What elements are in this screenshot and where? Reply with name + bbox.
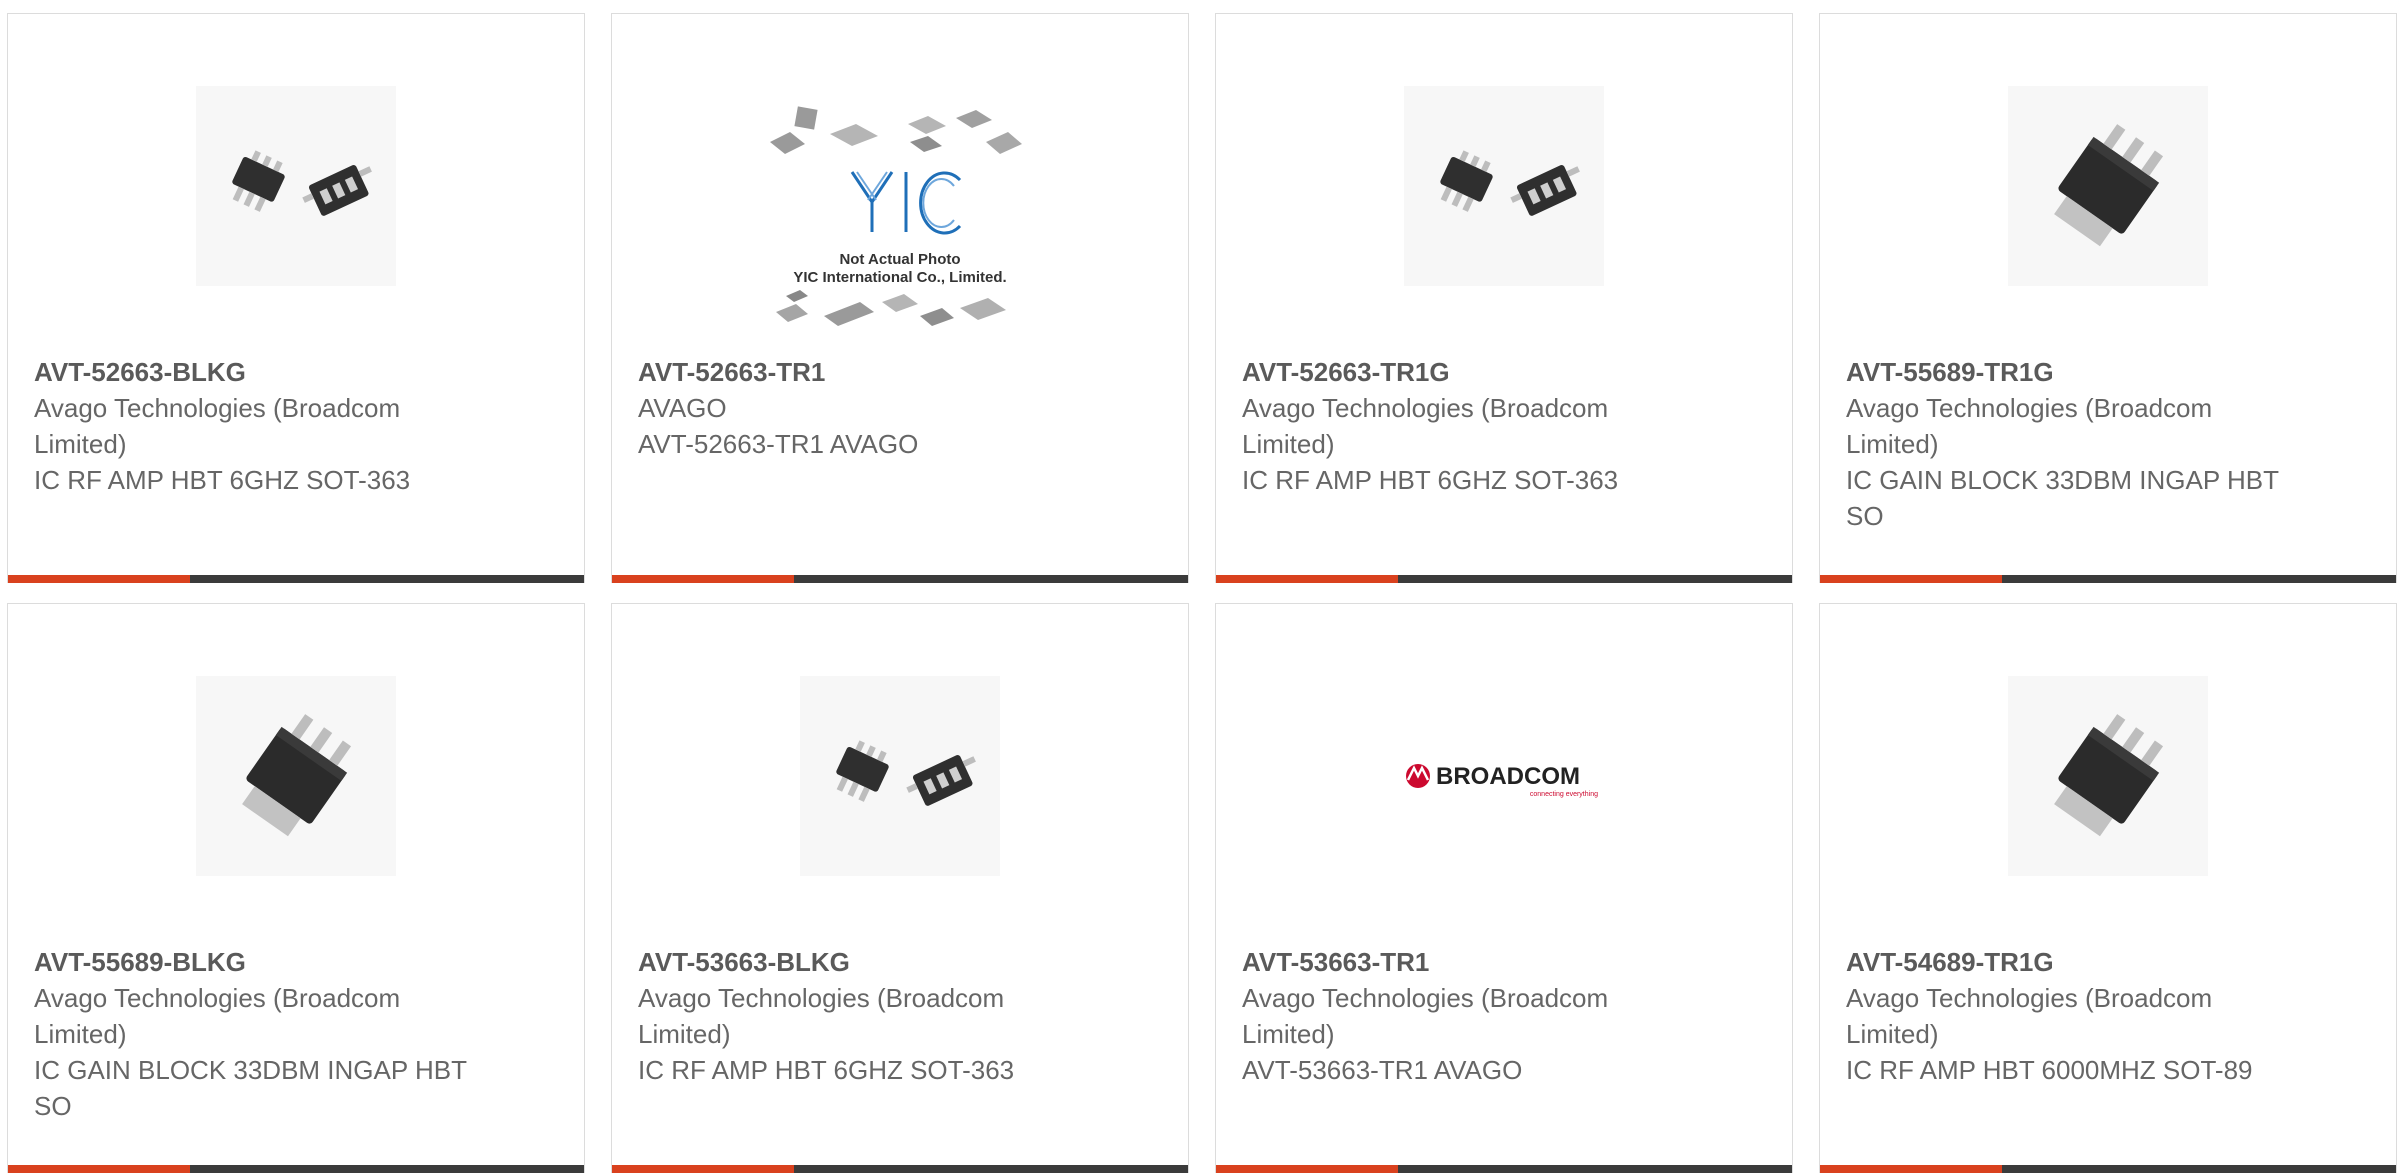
- manufacturer: Avago Technologies (Broadcom Limited): [34, 393, 401, 459]
- product-card[interactable]: AVT-55689-BLKG Avago Technologies (Broad…: [7, 603, 585, 1173]
- description: IC RF AMP HBT 6GHZ SOT-363: [1242, 465, 1619, 495]
- broadcom-tagline: connecting everything: [1530, 791, 1598, 798]
- product-card[interactable]: AVT-55689-TR1G Avago Technologies (Broad…: [1819, 13, 2397, 583]
- product-info: AVT-55689-BLKG Avago Technologies (Broad…: [34, 944, 474, 1124]
- placeholder-caption-2: YIC International Co., Limited.: [793, 269, 1006, 286]
- part-number[interactable]: AVT-55689-TR1G: [1846, 354, 2286, 390]
- product-info: AVT-54689-TR1G Avago Technologies (Broad…: [1846, 944, 2286, 1088]
- placeholder-caption-1: Not Actual Photo: [839, 251, 960, 268]
- card-accent-bar: [612, 575, 794, 583]
- product-card[interactable]: AVT-53663-BLKG Avago Technologies (Broad…: [611, 603, 1189, 1173]
- description: IC RF AMP HBT 6000MHZ SOT-89: [1846, 1055, 2253, 1085]
- description: IC RF AMP HBT 6GHZ SOT-363: [638, 1055, 1015, 1085]
- card-accent-bar: [1216, 575, 1398, 583]
- part-number[interactable]: AVT-53663-BLKG: [638, 944, 1078, 980]
- part-number[interactable]: AVT-53663-TR1: [1242, 944, 1682, 980]
- product-card[interactable]: Not Actual Photo YIC International Co., …: [611, 13, 1189, 583]
- broadcom-logo[interactable]: BROADCOM connecting everything: [1404, 676, 1604, 876]
- card-accent-bar: [1216, 1165, 1398, 1173]
- card-accent-bar: [1820, 1165, 2002, 1173]
- part-number[interactable]: AVT-55689-BLKG: [34, 944, 474, 980]
- manufacturer: Avago Technologies (Broadcom Limited): [1242, 983, 1609, 1049]
- product-info: AVT-52663-TR1G Avago Technologies (Broad…: [1242, 354, 1682, 498]
- product-info: AVT-53663-TR1 Avago Technologies (Broadc…: [1242, 944, 1682, 1088]
- description: AVT-52663-TR1 AVAGO: [638, 429, 919, 459]
- product-card[interactable]: AVT-54689-TR1G Avago Technologies (Broad…: [1819, 603, 2397, 1173]
- sot363-chip-image[interactable]: [1404, 86, 1604, 286]
- product-info: AVT-52663-BLKG Avago Technologies (Broad…: [34, 354, 474, 498]
- card-bottom-bar: [1216, 1165, 1792, 1173]
- product-info: AVT-55689-TR1G Avago Technologies (Broad…: [1846, 354, 2286, 534]
- manufacturer: Avago Technologies (Broadcom Limited): [1242, 393, 1609, 459]
- description: IC GAIN BLOCK 33DBM INGAP HBT SO: [34, 1055, 467, 1121]
- description: IC GAIN BLOCK 33DBM INGAP HBT SO: [1846, 465, 2279, 531]
- yic-placeholder-image[interactable]: Not Actual Photo YIC International Co., …: [760, 102, 1040, 342]
- card-bottom-bar: [8, 575, 584, 583]
- description: IC RF AMP HBT 6GHZ SOT-363: [34, 465, 411, 495]
- manufacturer: AVAGO: [638, 393, 727, 423]
- manufacturer: Avago Technologies (Broadcom Limited): [638, 983, 1005, 1049]
- sot363-chip-image[interactable]: [196, 86, 396, 286]
- broadcom-wordmark: BROADCOM: [1436, 763, 1580, 790]
- sot89-chip-image[interactable]: [196, 676, 396, 876]
- part-number[interactable]: AVT-52663-TR1: [638, 354, 1078, 390]
- card-bottom-bar: [612, 1165, 1188, 1173]
- sot89-chip-image[interactable]: [2008, 86, 2208, 286]
- card-accent-bar: [8, 1165, 190, 1173]
- part-number[interactable]: AVT-52663-BLKG: [34, 354, 474, 390]
- card-accent-bar: [612, 1165, 794, 1173]
- manufacturer: Avago Technologies (Broadcom Limited): [1846, 983, 2213, 1049]
- card-bottom-bar: [8, 1165, 584, 1173]
- manufacturer: Avago Technologies (Broadcom Limited): [1846, 393, 2213, 459]
- sot89-chip-image[interactable]: [2008, 676, 2208, 876]
- card-accent-bar: [1820, 575, 2002, 583]
- description: AVT-53663-TR1 AVAGO: [1242, 1055, 1523, 1085]
- card-bottom-bar: [1216, 575, 1792, 583]
- manufacturer: Avago Technologies (Broadcom Limited): [34, 983, 401, 1049]
- product-card[interactable]: BROADCOM connecting everything AVT-53663…: [1215, 603, 1793, 1173]
- product-card[interactable]: AVT-52663-TR1G Avago Technologies (Broad…: [1215, 13, 1793, 583]
- card-bottom-bar: [1820, 575, 2396, 583]
- part-number[interactable]: AVT-52663-TR1G: [1242, 354, 1682, 390]
- card-bottom-bar: [612, 575, 1188, 583]
- product-grid: AVT-52663-BLKG Avago Technologies (Broad…: [0, 0, 2400, 1173]
- sot363-chip-image[interactable]: [800, 676, 1000, 876]
- product-card[interactable]: AVT-52663-BLKG Avago Technologies (Broad…: [7, 13, 585, 583]
- card-accent-bar: [8, 575, 190, 583]
- part-number[interactable]: AVT-54689-TR1G: [1846, 944, 2286, 980]
- card-bottom-bar: [1820, 1165, 2396, 1173]
- product-info: AVT-53663-BLKG Avago Technologies (Broad…: [638, 944, 1078, 1088]
- product-info: AVT-52663-TR1 AVAGO AVT-52663-TR1 AVAGO: [638, 354, 1078, 462]
